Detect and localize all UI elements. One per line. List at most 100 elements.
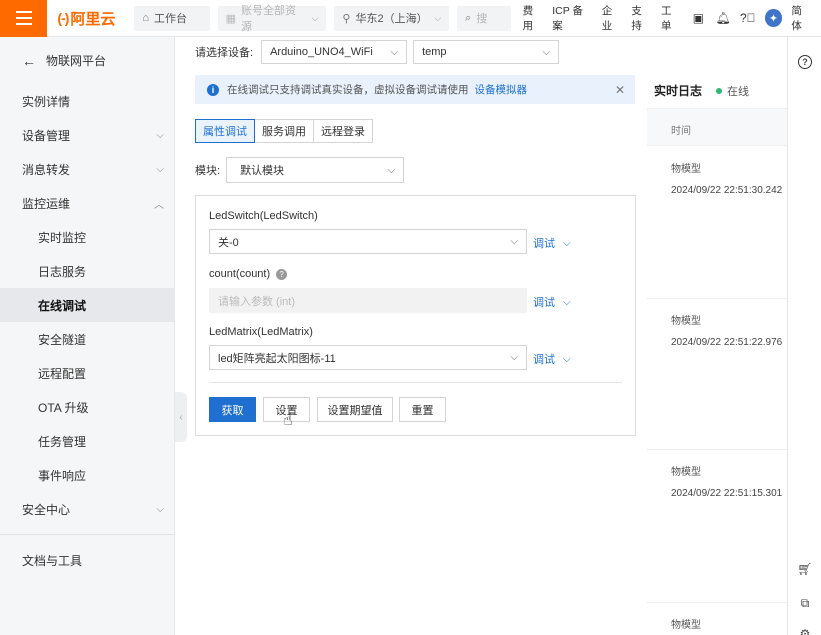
chevron-down-icon: ⌵ bbox=[390, 46, 399, 58]
ledswitch-debug-button[interactable]: 调试 ⌵ bbox=[533, 235, 571, 251]
property-label: LedMatrix(LedMatrix) bbox=[209, 326, 313, 338]
back-to-iot-platform[interactable]: ← 物联网平台 bbox=[0, 37, 174, 84]
get-button[interactable]: 获取 bbox=[209, 397, 256, 422]
sidebar-item-label: 安全中心 bbox=[22, 502, 71, 517]
help-icon[interactable]: ? bbox=[276, 268, 288, 280]
property-label: count(count) bbox=[209, 268, 271, 280]
log-entry-time: 2024/09/22 22:51:30.242 bbox=[671, 185, 783, 196]
chevron-down-icon: ⌵ bbox=[563, 296, 571, 308]
property-label: LedSwitch(LedSwitch) bbox=[209, 210, 318, 222]
sidebar-item-label: 在线调试 bbox=[38, 298, 87, 313]
log-separator bbox=[647, 298, 787, 299]
sidebar-item-security-center[interactable]: 安全中心 ⌵ bbox=[0, 492, 174, 526]
search-placeholder: 搜 bbox=[476, 13, 488, 25]
link-billing[interactable]: 费用 bbox=[523, 3, 544, 33]
sidebar-item-online-debug[interactable]: 在线调试 bbox=[0, 288, 174, 322]
chevron-down-icon: ⌵ bbox=[156, 163, 164, 175]
region-select[interactable]: ⚲ 华东2（上海） ⌵ bbox=[334, 5, 450, 31]
debug-tabs: 属性调试 服务调用 远程登录 bbox=[195, 119, 373, 143]
log-entry-type: 物模型 bbox=[671, 316, 701, 327]
sidebar-item-realtime-monitoring[interactable]: 实时监控 bbox=[0, 220, 174, 254]
log-entry[interactable]: 物模型 bbox=[671, 616, 701, 631]
sidebar-item-monitoring-ops[interactable]: 监控运维 ︿ bbox=[0, 186, 174, 220]
workbench-button[interactable]: ⌂ 工作台 bbox=[134, 5, 210, 31]
module-select[interactable]: 默认模块 ⌵ bbox=[226, 157, 405, 183]
settings-icon[interactable]: ⚙ bbox=[798, 627, 812, 635]
ledmatrix-select[interactable]: led矩阵亮起太阳图标-11 ⌵ bbox=[209, 345, 527, 370]
link-enterprise[interactable]: 企业 bbox=[602, 3, 623, 33]
chevron-down-icon: ⌵ bbox=[434, 12, 442, 23]
sidebar-item-label: 任务管理 bbox=[38, 434, 87, 449]
sidebar-item-event-response[interactable]: 事件响应 bbox=[0, 458, 174, 492]
bell-icon[interactable]: 🔔︎ bbox=[715, 10, 731, 26]
device-select[interactable]: temp ⌵ bbox=[413, 40, 560, 64]
ledswitch-select[interactable]: 关-0 ⌵ bbox=[209, 229, 527, 254]
help-icon[interactable]: ?⃝ bbox=[740, 10, 756, 26]
sidebar-item-message-forwarding[interactable]: 消息转发 ⌵ bbox=[0, 152, 174, 186]
sidebar-item-remote-config[interactable]: 远程配置 bbox=[0, 356, 174, 390]
set-expected-value-button[interactable]: 设置期望值 bbox=[317, 397, 393, 422]
sidebar-divider bbox=[0, 534, 174, 535]
menu-icon[interactable] bbox=[0, 0, 48, 37]
help-icon[interactable]: ? bbox=[798, 55, 812, 69]
sidebar-item-secure-tunnel[interactable]: 安全隧道 bbox=[0, 322, 174, 356]
region-label: 华东2（上海） bbox=[355, 13, 428, 25]
device-simulator-link[interactable]: 设备模拟器 bbox=[475, 82, 528, 97]
sidebar-item-task-management[interactable]: 任务管理 bbox=[0, 424, 174, 458]
tab-property-debug[interactable]: 属性调试 bbox=[195, 119, 255, 143]
sidebar-item-label: 事件响应 bbox=[38, 468, 87, 483]
log-entry-type: 物模型 bbox=[671, 620, 701, 631]
chevron-down-icon: ⌵ bbox=[156, 503, 164, 515]
count-debug-button[interactable]: 调试 ⌵ bbox=[533, 294, 571, 310]
tab-service-call[interactable]: 服务调用 bbox=[254, 119, 314, 143]
count-placeholder: 请输入参数 (int) bbox=[218, 295, 295, 308]
tab-remote-login[interactable]: 远程登录 bbox=[313, 119, 373, 143]
brand-logo[interactable]: (-) 阿里云 bbox=[57, 8, 134, 29]
sidebar-item-instance-details[interactable]: 实例详情 bbox=[0, 84, 174, 118]
account-scope-select[interactable]: ▦ 账号全部资源 ⌵ bbox=[217, 5, 327, 33]
ledswitch-value: 关-0 bbox=[218, 236, 239, 249]
terminal-icon[interactable]: ▣ bbox=[691, 10, 707, 26]
sidebar-item-docs-tools[interactable]: 文档与工具 bbox=[0, 543, 174, 577]
link-icp[interactable]: ICP 备案 bbox=[552, 3, 592, 33]
chevron-down-icon: ⌵ bbox=[563, 237, 571, 249]
sidebar-item-label: 实例详情 bbox=[22, 94, 71, 109]
module-row: 模块: 默认模块 ⌵ bbox=[195, 157, 405, 183]
close-icon[interactable]: ✕ bbox=[615, 83, 625, 97]
link-ticket[interactable]: 工单 bbox=[661, 3, 682, 33]
product-select[interactable]: Arduino_UNO4_WiFi ⌵ bbox=[261, 40, 408, 64]
module-value: 默认模块 bbox=[240, 165, 285, 177]
sidebar-item-device-management[interactable]: 设备管理 ⌵ bbox=[0, 118, 174, 152]
ledmatrix-debug-button[interactable]: 调试 ⌵ bbox=[533, 351, 571, 367]
sidebar-item-ota-upgrade[interactable]: OTA 升级 bbox=[0, 390, 174, 424]
debug-label: 调试 bbox=[533, 297, 555, 309]
log-entry[interactable]: 物模型 2024/09/22 22:51:22.976 bbox=[671, 312, 782, 348]
log-header: 实时日志 在线 bbox=[654, 82, 749, 99]
brand-name: 阿里云 bbox=[70, 10, 116, 28]
chevron-down-icon: ⌵ bbox=[156, 129, 164, 141]
log-entry[interactable]: 物模型 2024/09/22 22:51:30.242 bbox=[671, 160, 782, 196]
cart-icon[interactable]: 🛒︎ bbox=[797, 562, 812, 576]
avatar[interactable]: ✦ bbox=[764, 9, 783, 27]
reset-button[interactable]: 重置 bbox=[399, 397, 446, 422]
chevron-down-icon: ⌵ bbox=[311, 12, 319, 23]
sidebar-item-label: 日志服务 bbox=[38, 264, 87, 279]
count-input[interactable]: 请输入参数 (int) bbox=[209, 288, 527, 313]
sidebar-item-label: 设备管理 bbox=[22, 128, 71, 143]
brand-mark: (-) bbox=[57, 10, 69, 26]
sidebar-item-label: 消息转发 bbox=[22, 162, 71, 177]
resource-icon: ▦ bbox=[225, 12, 237, 25]
sidebar-title: 物联网平台 bbox=[46, 54, 107, 68]
log-entry-type: 物模型 bbox=[671, 164, 701, 175]
link-support[interactable]: 支持 bbox=[631, 3, 652, 33]
property-label-row: count(count) ? bbox=[209, 268, 288, 280]
log-entry[interactable]: 物模型 2024/09/22 22:51:15.301 bbox=[671, 463, 782, 499]
home-icon: ⌂ bbox=[142, 12, 150, 24]
top-navbar: (-) 阿里云 ⌂ 工作台 ▦ 账号全部资源 ⌵ ⚲ 华东2（上海） ⌵ ⌕ 搜… bbox=[0, 0, 821, 37]
info-text: 在线调试只支持调试真实设备，虚拟设备调试请使用 bbox=[227, 84, 469, 96]
language-switch[interactable]: 简体 bbox=[791, 3, 812, 33]
top-links: 费用 ICP 备案 企业 支持 工单 ▣ 🔔︎ ?⃝ ✦ 简体 bbox=[523, 3, 821, 33]
sidebar-item-log-service[interactable]: 日志服务 bbox=[0, 254, 174, 288]
search-input[interactable]: ⌕ 搜 bbox=[457, 5, 511, 31]
share-icon[interactable]: ⧉ bbox=[798, 596, 812, 610]
